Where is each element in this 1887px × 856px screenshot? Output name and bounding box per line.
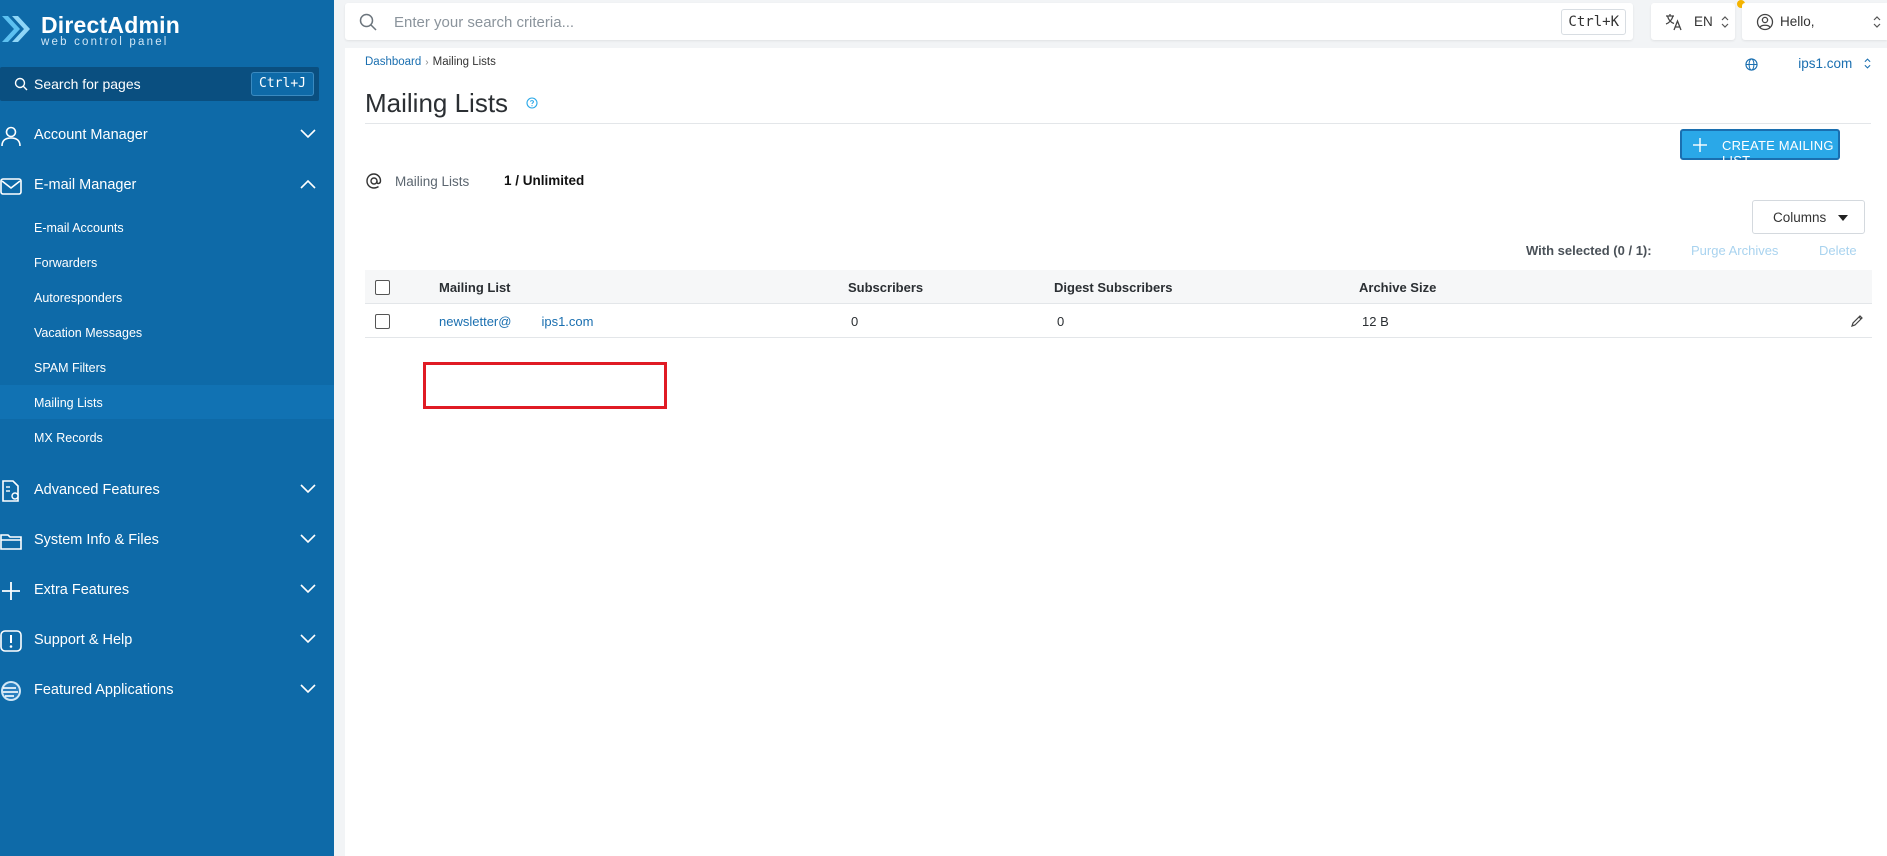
user-menu[interactable]: Hello,: [1742, 3, 1887, 40]
usage-label: Mailing Lists: [395, 174, 470, 189]
at-sign-icon: [366, 173, 382, 189]
sidebar-item-account-manager[interactable]: Account Manager: [0, 115, 334, 155]
folder-icon: [0, 534, 22, 550]
column-header-subscribers[interactable]: Subscribers: [848, 280, 923, 295]
user-icon: [1, 126, 21, 147]
column-header-mailing-list[interactable]: Mailing List: [439, 280, 511, 295]
sidebar-item-label: Support & Help: [34, 632, 133, 648]
search-icon: [14, 77, 28, 91]
language-selector[interactable]: EN: [1651, 3, 1735, 40]
sidebar-item-system-info-files[interactable]: System Info & Files: [0, 520, 334, 560]
chevron-down-icon: [300, 534, 316, 544]
sidebar-subitem-email-accounts[interactable]: E-mail Accounts: [34, 221, 124, 235]
sidebar-item-label: System Info & Files: [34, 532, 159, 548]
page-title: Mailing Lists: [365, 88, 509, 118]
apps-icon: [1, 681, 21, 701]
subscribers-count: 0: [851, 314, 859, 329]
chevron-down-icon: [300, 634, 316, 644]
chevron-down-icon: [300, 129, 316, 139]
breadcrumb-dashboard[interactable]: Dashboard: [365, 56, 421, 68]
user-greeting: Hello,: [1780, 14, 1815, 29]
breadcrumb: Dashboard › Mailing Lists: [365, 56, 496, 68]
sidebar-search-label: Search for pages: [34, 76, 141, 92]
table-row: newsletter@ ips1.com 0 0 12 B: [365, 304, 1872, 338]
sidebar-subitem-autoresponders[interactable]: Autoresponders: [34, 291, 122, 305]
sort-chevrons-icon: [1864, 58, 1871, 69]
with-selected-label: With selected (0 / 1):: [1526, 243, 1652, 258]
breadcrumb-separator-icon: ›: [425, 57, 429, 68]
help-icon[interactable]: [526, 97, 538, 109]
brand-subtitle: web control panel: [41, 36, 169, 48]
breadcrumb-current: Mailing Lists: [432, 56, 496, 68]
select-all-checkbox[interactable]: [375, 280, 390, 295]
logo[interactable]: DirectAdmin web control panel: [0, 6, 334, 48]
plus-icon: [2, 582, 20, 600]
sidebar-item-label: Featured Applications: [34, 682, 174, 698]
mailing-list-link[interactable]: newsletter@ ips1.com: [439, 314, 593, 329]
sort-chevrons-icon: [1873, 16, 1881, 28]
sidebar-search[interactable]: Search for pages Ctrl+J: [0, 67, 319, 101]
main-panel: Dashboard › Mailing Lists ips1.com Mailing…: [345, 48, 1887, 856]
domain-name: ips1.com: [1798, 56, 1853, 71]
mail-icon: [0, 178, 22, 195]
row-checkbox[interactable]: [375, 314, 390, 329]
caret-down-icon: [1838, 215, 1848, 221]
purge-archives-button[interactable]: Purge Archives: [1691, 243, 1778, 258]
language-code: EN: [1694, 14, 1713, 29]
sidebar-search-shortcut: Ctrl+J: [251, 72, 314, 96]
global-search[interactable]: Enter your search criteria... Ctrl+K: [345, 3, 1633, 40]
usage-value: 1 / Unlimited: [504, 173, 585, 188]
digest-subscribers-count: 0: [1057, 314, 1065, 329]
search-input[interactable]: Enter your search criteria...: [394, 14, 574, 31]
mailing-list-user: newsletter@: [439, 314, 512, 329]
sort-chevrons-icon: [1721, 16, 1729, 28]
delete-button[interactable]: Delete: [1819, 243, 1857, 258]
search-shortcut: Ctrl+K: [1561, 9, 1626, 35]
create-mailing-list-label: CREATE MAILING LIST: [1722, 138, 1834, 168]
title-divider: [365, 123, 1871, 124]
sidebar-item-advanced-features[interactable]: Advanced Features: [0, 470, 334, 510]
mailing-list-domain: ips1.com: [541, 314, 594, 329]
sidebar-item-featured-applications[interactable]: Featured Applications: [0, 670, 334, 710]
sidebar-subitem-mx-records[interactable]: MX Records: [34, 431, 103, 445]
sidebar-item-label: Account Manager: [34, 127, 148, 143]
columns-label: Columns: [1773, 210, 1827, 225]
translate-icon: [1665, 14, 1682, 31]
sidebar: DirectAdmin web control panel Search for…: [0, 0, 334, 856]
sidebar-subitem-vacation-messages[interactable]: Vacation Messages: [34, 326, 142, 340]
sidebar-item-label: Advanced Features: [34, 482, 160, 498]
create-mailing-list-button[interactable]: CREATE MAILING LIST: [1680, 129, 1840, 168]
sidebar-item-label: E-mail Manager: [34, 177, 137, 193]
chevron-down-icon: [300, 584, 316, 594]
search-icon: [359, 13, 377, 31]
columns-button[interactable]: Columns: [1752, 200, 1865, 234]
sidebar-item-email-manager[interactable]: E-mail Manager: [0, 165, 334, 205]
chevron-down-icon: [300, 484, 316, 494]
sidebar-subitem-forwarders[interactable]: Forwarders: [34, 256, 97, 270]
chevron-up-icon: [300, 179, 316, 189]
advanced-icon: [2, 480, 19, 502]
sidebar-item-extra-features[interactable]: Extra Features: [0, 570, 334, 610]
plus-icon: [1693, 138, 1707, 152]
alert-icon: [0, 630, 22, 652]
chevron-down-icon: [300, 684, 316, 694]
user-circle-icon: [1756, 13, 1774, 31]
highlight-box: [423, 362, 667, 409]
sidebar-item-label: Extra Features: [34, 582, 130, 598]
column-header-digest-subscribers[interactable]: Digest Subscribers: [1054, 280, 1173, 295]
domain-selector[interactable]: ips1.com: [1798, 56, 1871, 71]
table-header: Mailing List Subscribers Digest Subscrib…: [365, 270, 1872, 304]
directadmin-logo-icon: [2, 16, 30, 42]
sidebar-item-support-help[interactable]: Support & Help: [0, 620, 334, 660]
archive-size: 12 B: [1362, 314, 1389, 329]
sidebar-subitem-mailing-lists[interactable]: Mailing Lists: [34, 396, 103, 410]
edit-pencil-icon[interactable]: [1850, 314, 1864, 328]
brand-title: DirectAdmin: [41, 12, 180, 38]
sidebar-subitem-spam-filters[interactable]: SPAM Filters: [34, 361, 106, 375]
globe-icon: [1745, 58, 1758, 71]
column-header-archive-size[interactable]: Archive Size: [1359, 280, 1436, 295]
